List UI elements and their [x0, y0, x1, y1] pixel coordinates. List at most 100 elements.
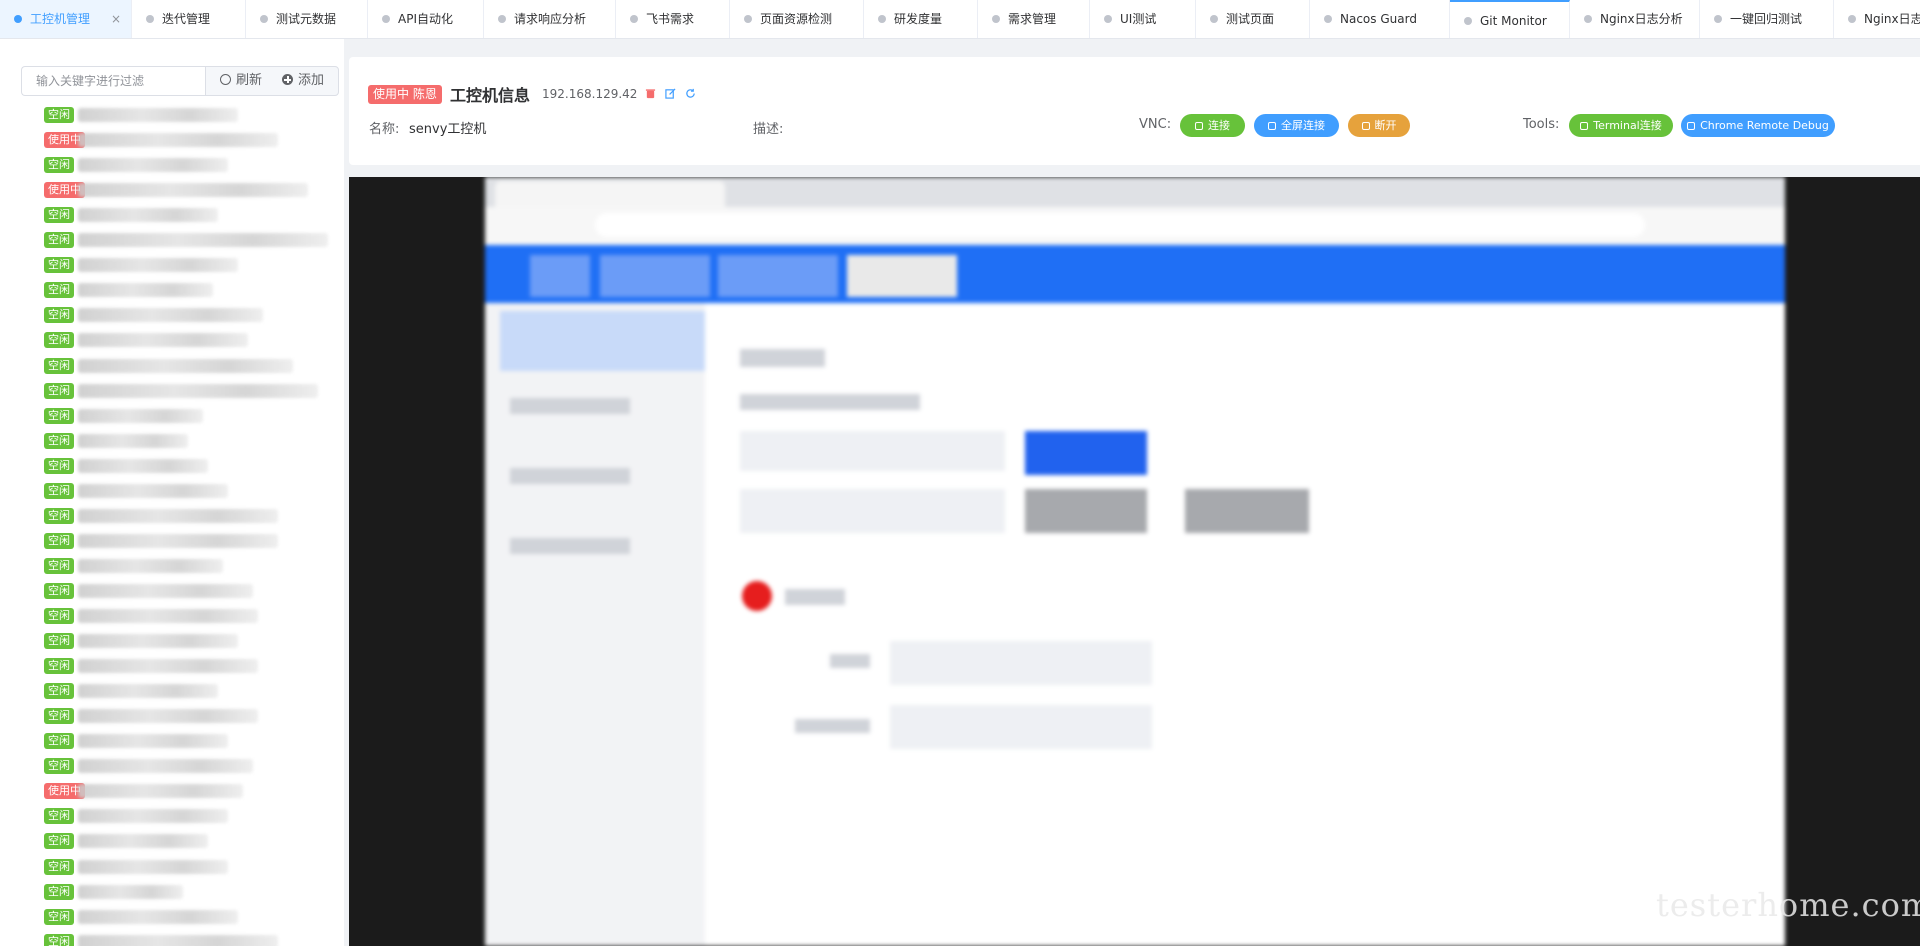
machine-list-item[interactable]: 空闲 — [44, 557, 223, 574]
tab-dot-icon — [1714, 15, 1722, 23]
status-badge: 空闲 — [44, 407, 74, 424]
machine-list-item[interactable]: 空闲 — [44, 232, 328, 249]
machine-list-item[interactable]: 空闲 — [44, 933, 278, 946]
machine-list-item[interactable]: 空闲 — [44, 207, 218, 224]
terminal-connect-button[interactable]: Terminal连接 — [1569, 114, 1673, 137]
remote-button — [1025, 431, 1147, 475]
vnc-fullscreen-button[interactable]: 全屏连接 — [1254, 114, 1339, 137]
machine-list-item[interactable]: 空闲 — [44, 582, 253, 599]
vnc-disconnect-button[interactable]: 断开 — [1348, 114, 1410, 137]
machine-list-item[interactable]: 空闲 — [44, 157, 228, 174]
machine-list-item[interactable]: 使用中 — [44, 783, 243, 800]
tab-nginx-log-analysis[interactable]: Nginx日志分析 — [1570, 0, 1700, 38]
name-value: senvy工控机 — [409, 122, 487, 137]
tab-dot-icon — [260, 15, 268, 23]
chrome-remote-debug-button[interactable]: Chrome Remote Debug — [1681, 114, 1835, 137]
tab-nacos-guard[interactable]: Nacos Guard — [1310, 0, 1450, 38]
machine-list-item[interactable]: 空闲 — [44, 833, 208, 850]
tab-rd-metrics[interactable]: 研发度量 — [864, 0, 978, 38]
machine-name-redacted — [78, 533, 278, 548]
tab-dot-icon — [1324, 15, 1332, 23]
machine-name-redacted — [78, 133, 278, 148]
remote-input — [740, 431, 1005, 471]
remote-nav-item — [847, 255, 957, 297]
tab-label: 请求响应分析 — [514, 12, 587, 26]
machine-name-redacted — [78, 809, 228, 824]
add-label: 添加 — [298, 73, 325, 88]
tab-dot-icon — [498, 15, 506, 23]
tab-api-automation[interactable]: API自动化 — [368, 0, 484, 38]
status-badge: 空闲 — [44, 507, 74, 524]
status-badge: 空闲 — [44, 608, 74, 624]
status-badge: 空闲 — [44, 482, 74, 499]
remote-screen — [485, 177, 1785, 946]
machine-list-item[interactable]: 空闲 — [44, 683, 218, 700]
tab-test-metadata[interactable]: 测试元数据 — [246, 0, 368, 38]
tab-nginx-log[interactable]: Nginx日志 — [1834, 0, 1920, 38]
filter-input[interactable]: 输入关键字进行过滤 — [21, 66, 205, 96]
machine-list-item[interactable]: 空闲 — [44, 107, 238, 123]
refresh-icon[interactable] — [685, 88, 696, 99]
status-badge: 空闲 — [44, 257, 74, 274]
vnc-fullscreen-label: 全屏连接 — [1281, 119, 1325, 132]
status-badge: 空闲 — [44, 908, 74, 925]
machine-list-item[interactable]: 空闲 — [44, 708, 258, 725]
vnc-connect-button[interactable]: 连接 — [1180, 114, 1245, 137]
machine-list-item[interactable]: 空闲 — [44, 257, 238, 274]
delete-icon[interactable] — [645, 88, 656, 99]
close-icon[interactable]: × — [111, 0, 121, 38]
tab-ipc-management[interactable]: 工控机管理 × — [0, 0, 132, 38]
tab-git-monitor[interactable]: Git Monitor — [1450, 0, 1570, 38]
tab-test-page[interactable]: 测试页面 — [1196, 0, 1310, 38]
machine-list-item[interactable]: 空闲 — [44, 758, 253, 775]
machine-list-item[interactable]: 空闲 — [44, 282, 213, 299]
tab-feishu[interactable]: 飞书需求 — [616, 0, 730, 38]
machine-name-redacted — [78, 659, 258, 674]
machine-name-redacted — [78, 108, 238, 122]
machine-name-redacted — [78, 158, 228, 173]
machine-name-redacted — [78, 183, 308, 198]
machine-list-item[interactable]: 使用中 — [44, 182, 308, 199]
machine-list-item[interactable]: 空闲 — [44, 858, 228, 875]
machine-list-item[interactable]: 空闲 — [44, 382, 318, 399]
remote-nav-item — [718, 255, 838, 297]
remote-browser-tab — [495, 181, 725, 207]
tab-ui-test[interactable]: UI测试 — [1090, 0, 1196, 38]
remote-text — [740, 394, 920, 410]
machine-list-item[interactable]: 空闲 — [44, 908, 238, 925]
machine-list-item[interactable]: 空闲 — [44, 332, 248, 349]
machine-list-item[interactable]: 空闲 — [44, 633, 238, 650]
machine-list-item[interactable]: 空闲 — [44, 608, 258, 624]
machine-list-item[interactable]: 使用中 — [44, 132, 278, 149]
refresh-button[interactable]: 刷新 — [220, 67, 262, 95]
edit-icon[interactable] — [665, 88, 676, 99]
status-badge: 空闲 — [44, 708, 74, 725]
watermark: testerhome.com — [1656, 886, 1920, 924]
machine-list-item[interactable]: 空闲 — [44, 658, 258, 675]
machine-list-item[interactable]: 空闲 — [44, 507, 278, 524]
machine-list-item[interactable]: 空闲 — [44, 307, 263, 324]
tab-page-resource[interactable]: 页面资源检测 — [730, 0, 864, 38]
tab-iteration[interactable]: 迭代管理 — [132, 0, 246, 38]
tab-dot-icon — [1584, 15, 1592, 23]
machine-list-item[interactable]: 空闲 — [44, 482, 228, 499]
machine-list-item[interactable]: 空闲 — [44, 407, 203, 424]
add-button[interactable]: 添加 — [282, 67, 324, 95]
machine-list-item[interactable]: 空闲 — [44, 883, 183, 900]
machine-list-item[interactable]: 空闲 — [44, 457, 208, 474]
vnc-viewer[interactable]: testerhome.com — [349, 177, 1920, 946]
machine-list-item[interactable]: 空闲 — [44, 733, 228, 750]
machine-list-item[interactable]: 空闲 — [44, 432, 188, 449]
machine-list-item[interactable]: 空闲 — [44, 532, 278, 549]
tab-request-analysis[interactable]: 请求响应分析 — [484, 0, 616, 38]
chrome-icon — [1687, 122, 1696, 130]
remote-sidebar-item — [500, 311, 705, 371]
status-badge: 空闲 — [44, 232, 74, 249]
tab-requirements[interactable]: 需求管理 — [978, 0, 1090, 38]
machine-list-item[interactable]: 空闲 — [44, 357, 293, 374]
machine-list-item[interactable]: 空闲 — [44, 808, 228, 825]
machine-name-redacted — [78, 684, 218, 699]
tab-regression[interactable]: 一键回归测试 — [1700, 0, 1834, 38]
remote-sidebar-item — [510, 398, 630, 414]
machine-name-redacted — [78, 909, 238, 924]
